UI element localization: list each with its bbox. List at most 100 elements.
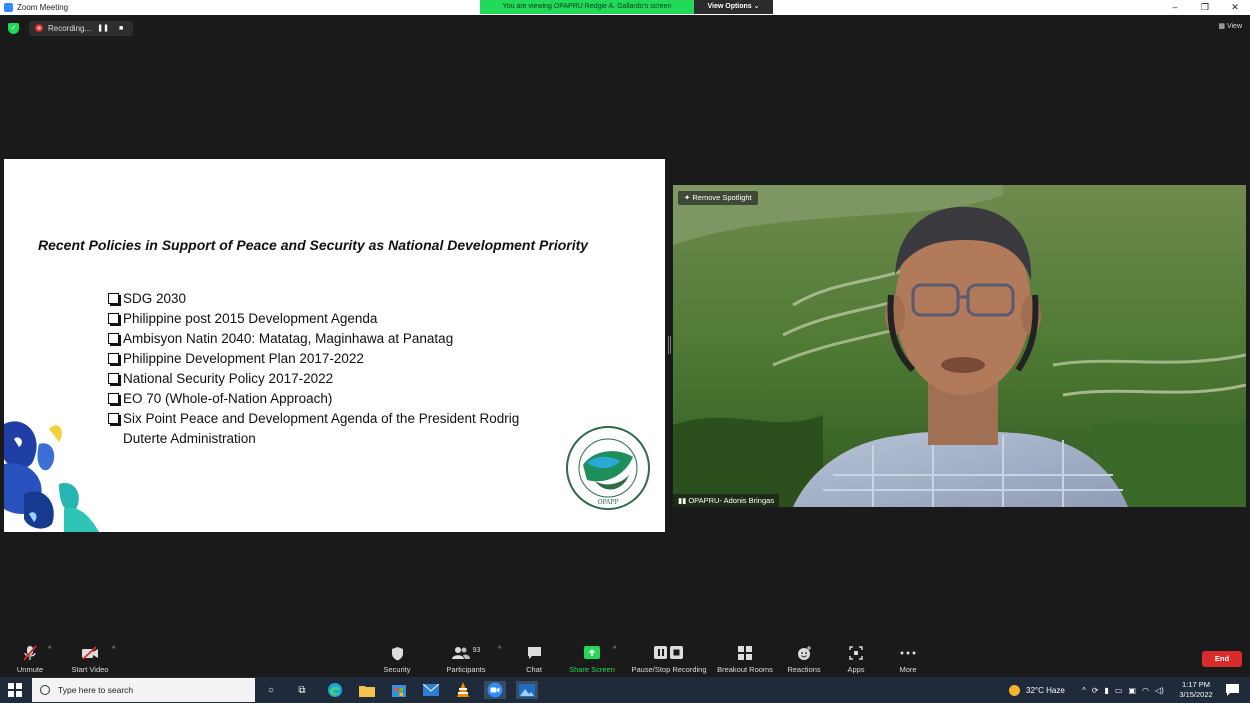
show-hidden-icons-chevron-icon[interactable]: ^	[1082, 686, 1086, 695]
video-feed-image	[673, 185, 1246, 507]
wifi-icon[interactable]: ◠	[1142, 686, 1149, 695]
meeting-topbar: ✓ Recording... ❚❚ ■ ▦ View	[0, 15, 1250, 41]
volume-icon[interactable]: ◁)	[1155, 686, 1164, 695]
checkbox-bullet-icon	[108, 353, 119, 364]
reactions-label: Reactions	[787, 665, 821, 674]
share-options-chevron-icon[interactable]: ^	[613, 646, 616, 653]
view-grid-icon: ▦	[1218, 23, 1227, 30]
recording-dot-icon	[35, 24, 43, 32]
checkbox-bullet-icon	[108, 313, 119, 324]
floral-decoration-icon	[4, 421, 99, 532]
microphone-tray-icon[interactable]: ▮	[1104, 686, 1108, 695]
view-label: View	[1226, 23, 1242, 30]
slide-title: Recent Policies in Support of Peace and …	[38, 237, 589, 253]
vlc-player-icon[interactable]	[453, 681, 473, 699]
photos-app-icon[interactable]	[516, 681, 538, 699]
window-title: Zoom Meeting	[17, 3, 69, 12]
participant-name: OPAPRU- Adonis Bringas	[688, 496, 775, 505]
chat-label: Chat	[526, 665, 542, 674]
list-item: SDG 2030	[108, 289, 665, 309]
share-screen-label: Share Screen	[569, 665, 615, 674]
signal-bars-icon: ▮▮	[678, 496, 689, 505]
minimize-button[interactable]: –	[1160, 0, 1190, 15]
list-item: Philippine post 2015 Development Agenda	[108, 309, 665, 329]
checkbox-bullet-icon	[108, 373, 119, 384]
security-label: Security	[383, 665, 411, 674]
shield-icon	[362, 645, 432, 661]
pause-stop-recording-label: Pause/Stop Recording	[631, 665, 707, 674]
checkbox-bullet-icon	[108, 333, 119, 344]
notifications-icon[interactable]	[1222, 681, 1242, 699]
microsoft-store-icon[interactable]	[389, 681, 409, 699]
view-options-button[interactable]: View Options ⌄	[694, 0, 773, 14]
shared-screen-slide: Recent Policies in Support of Peace and …	[4, 159, 665, 532]
more-dots-icon	[873, 645, 943, 661]
apps-label: Apps	[847, 665, 865, 674]
recording-label: Recording...	[48, 23, 92, 33]
battery-icon[interactable]: ▭	[1115, 686, 1123, 695]
participant-name-tag: ▮▮ OPAPRU- Adonis Bringas	[673, 494, 780, 507]
taskbar-clock[interactable]: 1:17 PM 3/15/2022	[1176, 680, 1216, 700]
list-item: Philippine Development Plan 2017-2022	[108, 349, 665, 369]
task-view-icon[interactable]: ⧉	[292, 681, 312, 699]
seal-text: OPAPP	[598, 499, 619, 506]
restore-button[interactable]: ❐	[1190, 0, 1220, 15]
list-item: Ambisyon Natin 2040: Matatag, Maginhawa …	[108, 329, 665, 349]
view-button[interactable]: ▦ View	[1218, 22, 1242, 30]
list-item: National Security Policy 2017-2022	[108, 369, 665, 389]
remove-spotlight-button[interactable]: ✦ Remove Spotlight	[678, 191, 758, 205]
more-button[interactable]: More	[873, 645, 943, 674]
edge-browser-icon[interactable]	[325, 681, 345, 699]
remove-spotlight-label: Remove Spotlight	[692, 193, 752, 202]
recording-indicator: Recording... ❚❚ ■	[29, 20, 134, 36]
viewing-screen-banner: You are viewing OPAPRU Redgie A. Gallard…	[480, 0, 694, 14]
close-button[interactable]: ✕	[1220, 0, 1250, 15]
participants-icon: 93	[431, 645, 501, 661]
share-screen-button[interactable]: Share Screen	[557, 645, 627, 674]
more-label: More	[899, 665, 917, 674]
sun-haze-icon	[1009, 684, 1020, 696]
checkbox-bullet-icon	[108, 413, 119, 424]
video-options-chevron-icon[interactable]: ^	[112, 646, 115, 653]
search-icon	[40, 685, 50, 695]
stop-recording-icon[interactable]: ■	[115, 22, 127, 34]
windows-taskbar: ○ ⧉ 32°C Haze ^ ⟳ ▮ ▭ ▣ ◠ ◁) 1:17 PM 3/1…	[0, 677, 1250, 703]
zoom-taskbar-icon[interactable]	[484, 681, 506, 699]
end-meeting-button[interactable]: End	[1202, 651, 1242, 667]
share-screen-arrow-icon	[557, 645, 627, 661]
pause-stop-recording-button[interactable]: Pause/Stop Recording	[630, 645, 708, 674]
pause-stop-icon	[630, 645, 708, 661]
list-item: EO 70 (Whole-of-Nation Approach)	[108, 389, 665, 409]
mail-icon[interactable]	[421, 681, 441, 699]
update-icon[interactable]: ⟳	[1092, 686, 1099, 695]
clock-time: 1:17 PM	[1182, 680, 1210, 689]
participant-video[interactable]: ✦ Remove Spotlight ▮▮ OPAPRU- Adonis Bri…	[673, 185, 1246, 507]
weather-widget[interactable]: 32°C Haze	[1009, 677, 1065, 703]
display-icon[interactable]: ▣	[1128, 686, 1136, 695]
window-controls: – ❐ ✕	[1160, 0, 1250, 15]
cortana-circle-icon[interactable]: ○	[261, 681, 281, 699]
checkbox-bullet-icon	[108, 393, 119, 404]
clock-date: 3/15/2022	[1179, 690, 1213, 699]
participants-label: Participants	[446, 665, 486, 674]
taskbar-search[interactable]	[32, 678, 255, 702]
split-view-resize-handle[interactable]	[668, 336, 671, 354]
system-tray: ^ ⟳ ▮ ▭ ▣ ◠ ◁)	[1082, 677, 1164, 703]
pause-recording-icon[interactable]: ❚❚	[97, 22, 109, 34]
meeting-controls-toolbar: Unmute ^ Start Video ^ Security 93 Parti…	[0, 640, 1250, 677]
security-button[interactable]: Security	[362, 645, 432, 674]
zoom-app-icon	[4, 3, 13, 12]
taskbar-search-input[interactable]	[58, 685, 238, 695]
weather-text: 32°C Haze	[1026, 685, 1065, 695]
checkbox-bullet-icon	[108, 293, 119, 304]
windows-start-icon[interactable]	[8, 683, 22, 697]
start-video-label: Start Video	[71, 665, 109, 674]
participants-button[interactable]: 93 Participants	[431, 645, 501, 675]
file-explorer-icon[interactable]	[357, 681, 377, 699]
security-shield-icon[interactable]: ✓	[8, 22, 19, 34]
opapp-seal-logo: OPAPP	[566, 426, 650, 510]
participants-count: 93	[472, 646, 481, 654]
unmute-label: Unmute	[16, 665, 44, 674]
audio-options-chevron-icon[interactable]: ^	[48, 646, 51, 653]
breakout-rooms-label: Breakout Rooms	[717, 665, 773, 674]
